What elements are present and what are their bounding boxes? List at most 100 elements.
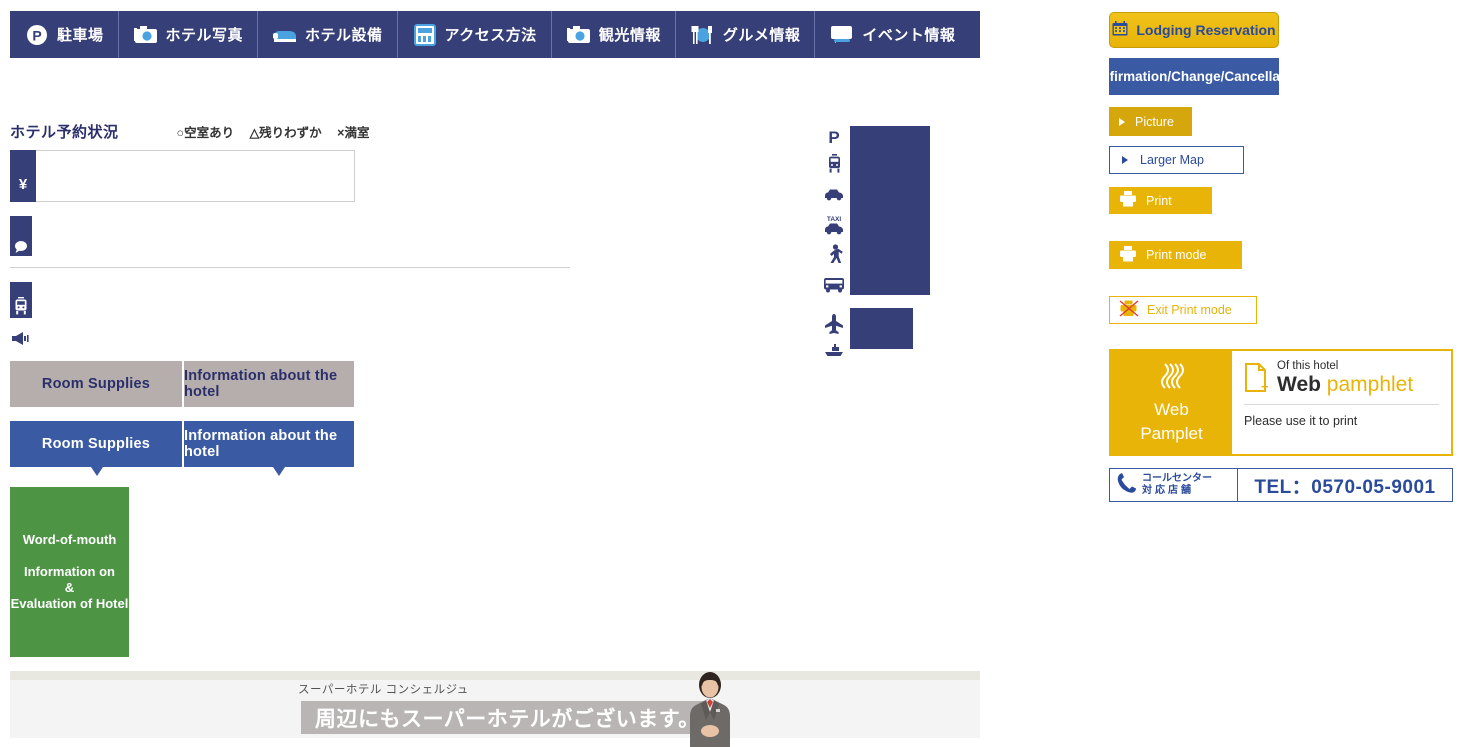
nav-item-events-label: イベント情報 bbox=[862, 27, 956, 44]
print-label: Print bbox=[1146, 193, 1172, 208]
printer-crossed-icon bbox=[1119, 300, 1139, 320]
nav-item-access-label: アクセス方法 bbox=[444, 27, 537, 44]
nav-item-gourmet-label: グルメ情報 bbox=[722, 27, 801, 44]
nav-item-events[interactable]: イベント情報 bbox=[814, 11, 969, 58]
map-icon bbox=[412, 23, 438, 46]
confirmation-label: Confirmation/Change/Cancellation bbox=[1083, 69, 1305, 84]
nav-item-access[interactable]: アクセス方法 bbox=[396, 11, 551, 58]
exit-print-mode-button[interactable]: Exit Print mode bbox=[1109, 296, 1257, 324]
review-line-2: Information on bbox=[24, 564, 115, 579]
lodging-reservation-label: Lodging Reservation bbox=[1136, 22, 1276, 38]
review-line-3: & bbox=[64, 580, 75, 595]
pamphlet-badge-line2: Pamplet bbox=[1140, 424, 1203, 443]
page-root: P 駐車場 ホテル写真 ホテル設備 アクセス方法 観光情報 グルメ情報 イベント… bbox=[0, 0, 1463, 747]
exit-print-mode-label: Exit Print mode bbox=[1147, 303, 1232, 317]
larger-map-button[interactable]: Larger Map bbox=[1109, 146, 1244, 174]
content-block-primary bbox=[850, 126, 930, 295]
tab-row-active: Room Supplies Information about the hote… bbox=[10, 421, 354, 467]
train-icon bbox=[822, 148, 846, 178]
word-of-mouth-box[interactable]: Word-of-mouth Information on & Evaluatio… bbox=[10, 487, 129, 657]
confirmation-change-cancellation-button[interactable]: Confirmation/Change/Cancellation bbox=[1083, 58, 1305, 95]
call-center-label-group: コールセンター 対応店舗 bbox=[1110, 469, 1238, 501]
tab-room-supplies-inactive[interactable]: Room Supplies bbox=[10, 361, 182, 407]
web-pamphlet-banner[interactable]: Web Pamplet + Of this hotel Web pamphlet… bbox=[1109, 349, 1453, 456]
svg-text:+: + bbox=[1261, 379, 1268, 393]
page-title: ホテル予約状況 bbox=[10, 124, 119, 141]
concierge-avatar bbox=[680, 669, 740, 747]
parking-icon: P bbox=[822, 126, 846, 148]
pamphlet-text: Of this hotel Web pamphlet bbox=[1277, 360, 1413, 397]
transport-icon-column: P TAXI bbox=[822, 126, 846, 361]
pamphlet-of-this-hotel: Of this hotel bbox=[1277, 360, 1339, 372]
nav-item-sightseeing-label: 観光情報 bbox=[598, 27, 661, 44]
call-center-line2: 対応店舗 bbox=[1142, 485, 1194, 496]
cutlery-icon bbox=[690, 24, 716, 46]
pamphlet-title: Web pamphlet bbox=[1277, 373, 1413, 397]
main-navigation: P 駐車場 ホテル写真 ホテル設備 アクセス方法 観光情報 グルメ情報 イベント… bbox=[10, 11, 980, 58]
comment-section-tab[interactable] bbox=[10, 216, 32, 256]
pamphlet-wave-icon bbox=[1157, 361, 1187, 396]
nav-item-parking-label: 駐車場 bbox=[57, 27, 104, 44]
train-icon bbox=[15, 297, 27, 315]
web-pamphlet-content: + Of this hotel Web pamphlet Please use … bbox=[1232, 351, 1451, 454]
call-center-text: コールセンター 対応店舗 bbox=[1142, 473, 1212, 497]
nav-item-hotel-photos-label: ホテル写真 bbox=[165, 27, 244, 44]
divider bbox=[10, 267, 570, 268]
picture-button[interactable]: Picture bbox=[1109, 107, 1192, 136]
calendar-icon bbox=[1112, 21, 1128, 39]
legend-few: △残りわずか bbox=[249, 126, 322, 140]
availability-legend: ○空室あり △残りわずか ×満室 bbox=[177, 122, 382, 141]
svg-text:P: P bbox=[32, 27, 41, 43]
pamphlet-note: Please use it to print bbox=[1244, 414, 1358, 428]
tab-row-inactive: Room Supplies Information about the hote… bbox=[10, 361, 354, 407]
nav-item-parking[interactable]: P 駐車場 bbox=[10, 11, 118, 58]
tab-hotel-info-active[interactable]: Information about the hotel bbox=[182, 421, 354, 467]
parking-icon: P bbox=[24, 24, 50, 46]
concierge-message-bubble: 周辺にもスーパーホテルがございます。 bbox=[301, 701, 726, 734]
bed-icon bbox=[272, 24, 298, 46]
printer-icon bbox=[1119, 191, 1137, 210]
tab-room-supplies-active[interactable]: Room Supplies bbox=[10, 421, 182, 467]
print-button[interactable]: Print bbox=[1109, 187, 1212, 214]
speech-icon bbox=[829, 24, 855, 46]
lodging-reservation-button[interactable]: Lodging Reservation bbox=[1109, 12, 1279, 48]
triangle-right-icon bbox=[1119, 117, 1125, 126]
caret-down-icon bbox=[91, 467, 103, 476]
pamphlet-web-word: Web bbox=[1277, 373, 1321, 396]
tab-hotel-info-inactive[interactable]: Information about the hotel bbox=[182, 361, 354, 407]
airplane-icon bbox=[822, 311, 846, 339]
price-panel bbox=[10, 150, 355, 202]
reservation-heading: ホテル予約状況 ○空室あり △残りわずか ×満室 bbox=[10, 121, 610, 142]
web-pamphlet-badge: Web Pamplet bbox=[1111, 351, 1232, 454]
yen-icon: ¥ bbox=[10, 150, 36, 202]
nav-item-sightseeing[interactable]: 観光情報 bbox=[550, 11, 675, 58]
concierge-subtitle: スーパーホテル コンシェルジュ bbox=[298, 684, 469, 696]
footer-top-strip bbox=[10, 671, 980, 680]
transport-section-tab[interactable] bbox=[10, 282, 32, 318]
car-icon bbox=[822, 178, 846, 209]
camera-icon bbox=[566, 24, 592, 46]
tab-carets bbox=[10, 467, 356, 477]
caret-down-icon bbox=[273, 467, 285, 476]
svg-text:P: P bbox=[828, 128, 839, 146]
nav-item-hotel-photos[interactable]: ホテル写真 bbox=[117, 11, 258, 58]
print-mode-label: Print mode bbox=[1146, 248, 1207, 262]
nav-item-hotel-facilities[interactable]: ホテル設備 bbox=[257, 11, 397, 58]
call-center-line1: コールセンター bbox=[1142, 473, 1212, 484]
printer-icon bbox=[1119, 245, 1137, 265]
taxi-icon: TAXI bbox=[822, 209, 846, 240]
print-mode-button[interactable]: Print mode bbox=[1109, 241, 1242, 269]
speech-bubble-icon bbox=[15, 241, 27, 253]
nav-item-gourmet[interactable]: グルメ情報 bbox=[674, 11, 815, 58]
larger-map-label: Larger Map bbox=[1140, 153, 1204, 167]
document-plus-icon: + bbox=[1244, 363, 1269, 394]
svg-text:TAXI: TAXI bbox=[827, 216, 842, 223]
legend-available: ○空室あり bbox=[176, 126, 235, 140]
pamphlet-pamphlet-word: pamphlet bbox=[1326, 373, 1414, 396]
bus-icon bbox=[822, 269, 846, 301]
legend-full: ×満室 bbox=[337, 126, 370, 140]
call-center-bar[interactable]: コールセンター 対応店舗 TEL：0570-05-9001 bbox=[1109, 468, 1453, 502]
pamphlet-badge-line1: Web bbox=[1154, 400, 1189, 419]
pamphlet-heading: + Of this hotel Web pamphlet bbox=[1244, 360, 1439, 397]
